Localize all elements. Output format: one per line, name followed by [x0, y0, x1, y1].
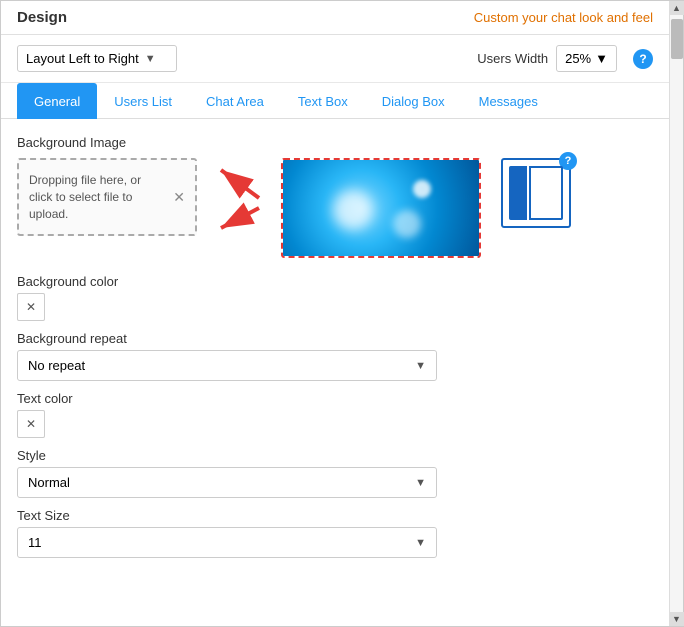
- style-arrow-icon: ▼: [415, 477, 426, 489]
- orb1: [333, 190, 373, 230]
- preview-image[interactable]: [281, 158, 481, 258]
- bg-color-x-icon: ✕: [26, 300, 36, 314]
- users-width-arrow: ▼: [595, 51, 608, 66]
- layout-preview-inner: [509, 166, 563, 220]
- scroll-down-button[interactable]: ▼: [670, 612, 684, 626]
- main-content: Design Custom your chat look and feel La…: [1, 1, 669, 626]
- scrollbar: ▲ ▼: [669, 1, 683, 626]
- bg-repeat-value: No repeat: [28, 358, 85, 373]
- arrows-area: [209, 158, 269, 248]
- orb3: [413, 180, 431, 198]
- page-subtitle: Custom your chat look and feel: [474, 10, 653, 25]
- bg-repeat-dropdown[interactable]: No repeat ▼: [17, 350, 437, 381]
- tab-dialog-box[interactable]: Dialog Box: [365, 83, 462, 119]
- scroll-thumb[interactable]: [671, 19, 683, 59]
- content-area: Background Image Dropping file here, or …: [1, 119, 669, 626]
- scroll-down-icon: ▼: [672, 614, 681, 624]
- bg-color-swatch[interactable]: ✕: [17, 293, 45, 321]
- scroll-up-icon: ▲: [672, 3, 681, 13]
- style-label: Style: [17, 448, 653, 463]
- layout-preview-box: ?: [501, 158, 571, 228]
- users-width-value: 25%: [565, 51, 591, 66]
- page-title: Design: [17, 9, 67, 26]
- text-color-swatch[interactable]: ✕: [17, 410, 45, 438]
- style-dropdown[interactable]: Normal ▼: [17, 467, 437, 498]
- orb2: [393, 210, 421, 238]
- upload-text: Dropping file here, or click to select f…: [29, 172, 167, 222]
- tab-messages[interactable]: Messages: [462, 83, 555, 119]
- tab-text-box[interactable]: Text Box: [281, 83, 365, 119]
- tab-general[interactable]: General: [17, 83, 97, 119]
- text-color-wrapper: ✕: [17, 410, 653, 438]
- style-value: Normal: [28, 475, 70, 490]
- upload-box[interactable]: Dropping file here, or click to select f…: [17, 158, 197, 236]
- layout-right-pane: [529, 166, 563, 220]
- arrows-svg: [209, 158, 269, 248]
- layout-dropdown[interactable]: Layout Left to Right ▼: [17, 45, 177, 72]
- bg-image-row: Dropping file here, or click to select f…: [17, 158, 653, 258]
- text-color-x-icon: ✕: [26, 417, 36, 431]
- text-size-label: Text Size: [17, 508, 653, 523]
- main-window: Design Custom your chat look and feel La…: [0, 0, 684, 627]
- preview-image-inner: [283, 160, 479, 256]
- users-width-dropdown[interactable]: 25% ▼: [556, 45, 617, 72]
- bg-color-label: Background color: [17, 274, 653, 289]
- layout-dropdown-label: Layout Left to Right: [26, 51, 139, 66]
- text-size-value: 11: [28, 535, 42, 550]
- text-color-label: Text color: [17, 391, 653, 406]
- users-width-label: Users Width: [477, 51, 548, 66]
- header: Design Custom your chat look and feel: [1, 1, 669, 35]
- text-size-dropdown[interactable]: 11 ▼: [17, 527, 437, 558]
- text-size-arrow-icon: ▼: [415, 537, 426, 549]
- users-width-help-icon[interactable]: ?: [633, 49, 653, 69]
- toolbar: Layout Left to Right ▼ Users Width 25% ▼…: [1, 35, 669, 83]
- bg-repeat-arrow-icon: ▼: [415, 360, 426, 372]
- layout-left-pane: [509, 166, 527, 220]
- tab-chat-area[interactable]: Chat Area: [189, 83, 281, 119]
- upload-close-icon[interactable]: ✕: [173, 189, 185, 206]
- tabs-bar: General Users List Chat Area Text Box Di…: [1, 83, 669, 119]
- tab-users-list[interactable]: Users List: [97, 83, 189, 119]
- bg-image-label: Background Image: [17, 135, 653, 150]
- bg-color-wrapper: ✕: [17, 293, 653, 321]
- scroll-track: [671, 15, 683, 612]
- users-width-section: Users Width 25% ▼ ?: [477, 45, 653, 72]
- layout-dropdown-arrow: ▼: [145, 53, 156, 65]
- bg-repeat-label: Background repeat: [17, 331, 653, 346]
- scroll-up-button[interactable]: ▲: [670, 1, 684, 15]
